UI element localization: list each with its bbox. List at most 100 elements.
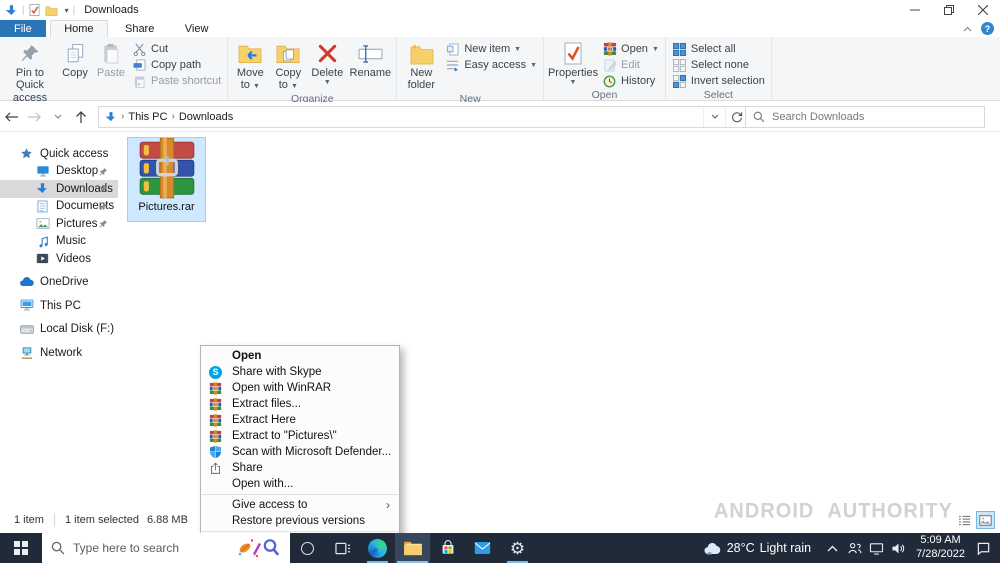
up-button[interactable] xyxy=(69,105,92,129)
menu-item-scan-with-defender[interactable]: Scan with Microsoft Defender... xyxy=(201,444,399,460)
menu-item-open-with-winrar[interactable]: Open with WinRAR xyxy=(201,380,399,396)
forward-button[interactable] xyxy=(23,105,46,129)
sidebar-item-documents[interactable]: Documents xyxy=(0,198,118,216)
rename-button[interactable]: Rename xyxy=(347,39,393,80)
clock[interactable]: 5:09 AM 7/28/2022 xyxy=(909,534,972,562)
menu-item-give-access-to[interactable]: Give access to› xyxy=(201,497,399,513)
invert-selection-button[interactable]: Invert selection xyxy=(669,73,768,89)
menu-item-open[interactable]: Open xyxy=(201,348,399,364)
move-to-button[interactable]: Move to ▼ xyxy=(231,39,269,93)
menu-item-extract-to-pictures[interactable]: Extract to "Pictures\" xyxy=(201,428,399,444)
menu-item-share-with-skype[interactable]: SShare with Skype xyxy=(201,364,399,380)
microsoft-store-button[interactable] xyxy=(430,533,465,563)
recent-locations-chevron-icon[interactable] xyxy=(46,105,69,129)
weather-widget[interactable]: 28°C Light rain xyxy=(703,541,821,555)
new-item-button[interactable]: New item ▼ xyxy=(442,41,540,57)
breadcrumb-downloads[interactable]: Downloads xyxy=(179,111,233,123)
menu-item-open-with[interactable]: Open with... xyxy=(201,476,399,492)
sidebar-label: OneDrive xyxy=(40,276,89,288)
sidebar-item-music[interactable]: Music xyxy=(0,233,118,251)
refresh-button[interactable] xyxy=(725,107,747,127)
select-all-button[interactable]: Select all xyxy=(669,41,768,57)
select-none-button[interactable]: Select none xyxy=(669,57,768,73)
help-button[interactable]: ? xyxy=(981,22,994,35)
menu-item-extract-here[interactable]: Extract Here xyxy=(201,412,399,428)
details-view-button[interactable] xyxy=(955,511,974,529)
tray-expand-chevron-icon[interactable] xyxy=(821,533,843,563)
address-dropdown-chevron-icon[interactable] xyxy=(703,107,725,127)
start-button[interactable] xyxy=(0,533,42,563)
taskbar-search-input[interactable] xyxy=(73,541,229,555)
explorer-search-box[interactable] xyxy=(745,106,985,128)
collapse-ribbon-icon[interactable] xyxy=(963,26,972,32)
mail-button[interactable] xyxy=(465,533,500,563)
search-highlights-doodle-icon[interactable] xyxy=(237,537,281,559)
disk-drive-icon xyxy=(19,325,34,334)
settings-button[interactable]: ⚙ xyxy=(500,533,535,563)
file-explorer-button[interactable] xyxy=(395,533,430,563)
sidebar-item-onedrive[interactable]: OneDrive xyxy=(0,274,118,292)
file-pictures-rar[interactable]: Pictures.rar xyxy=(127,137,206,222)
volume-icon[interactable] xyxy=(887,533,909,563)
pin-to-quick-access-button[interactable]: Pin to Quick access xyxy=(3,39,57,105)
new-folder-button[interactable]: New folder xyxy=(400,39,442,93)
restore-button[interactable] xyxy=(932,0,966,20)
sidebar-item-videos[interactable]: Videos xyxy=(0,250,118,268)
copy-button[interactable]: Copy xyxy=(57,39,93,80)
music-note-icon xyxy=(35,235,50,248)
sidebar-item-downloads[interactable]: Downloads xyxy=(0,180,118,198)
minimize-button[interactable] xyxy=(898,0,932,20)
breadcrumb-separator-icon: › xyxy=(171,111,174,122)
back-button[interactable] xyxy=(0,105,23,129)
menu-item-extract-files[interactable]: Extract files... xyxy=(201,396,399,412)
open-button[interactable]: Open ▼ xyxy=(599,41,662,57)
large-icons-view-button[interactable] xyxy=(976,511,995,529)
qat-properties-icon[interactable] xyxy=(29,4,40,16)
network-icon[interactable] xyxy=(865,533,887,563)
meet-now-icon[interactable] xyxy=(843,533,865,563)
menu-item-share[interactable]: Share xyxy=(201,460,399,476)
action-center-icon[interactable] xyxy=(972,533,994,563)
tab-share[interactable]: Share xyxy=(112,20,167,37)
picture-icon xyxy=(35,218,50,229)
search-input[interactable] xyxy=(772,111,977,123)
sidebar-item-this-pc[interactable]: This PC xyxy=(0,297,118,315)
paste-button[interactable]: Paste xyxy=(93,39,129,80)
properties-button[interactable]: Properties ▼ xyxy=(547,39,599,87)
address-box[interactable]: › This PC › Downloads xyxy=(98,106,748,128)
edge-button[interactable] xyxy=(360,533,395,563)
sidebar-item-quick-access[interactable]: Quick access xyxy=(0,145,118,163)
tab-view[interactable]: View xyxy=(172,20,222,37)
tab-file[interactable]: File xyxy=(0,20,46,37)
qat-new-folder-icon[interactable] xyxy=(45,5,58,16)
pin-icon xyxy=(99,202,108,211)
cortana-button[interactable] xyxy=(290,533,325,563)
delete-button[interactable]: Delete ▼ xyxy=(307,39,347,87)
date-label: 7/28/2022 xyxy=(916,548,965,562)
paste-shortcut-icon xyxy=(132,75,147,88)
tab-home[interactable]: Home xyxy=(50,20,107,37)
copy-path-button[interactable]: Copy path xyxy=(129,57,224,73)
history-button[interactable]: History xyxy=(599,73,662,89)
cut-button[interactable]: Cut xyxy=(129,41,224,57)
computer-icon xyxy=(19,299,34,312)
task-view-button[interactable] xyxy=(325,533,360,563)
sidebar-item-local-disk-f[interactable]: Local Disk (F:) xyxy=(0,321,118,339)
sidebar-item-pictures[interactable]: Pictures xyxy=(0,215,118,233)
sidebar-item-network[interactable]: Network xyxy=(0,344,118,362)
copy-to-button[interactable]: Copy to ▼ xyxy=(269,39,307,93)
edit-button[interactable]: Edit xyxy=(599,57,662,73)
downloads-icon xyxy=(35,182,50,195)
easy-access-button[interactable]: Easy access ▼ xyxy=(442,57,540,73)
breadcrumb-this-pc[interactable]: This PC xyxy=(128,111,167,123)
taskbar-search-box[interactable] xyxy=(42,533,290,563)
copy-icon xyxy=(65,40,85,67)
menu-item-restore-previous-versions[interactable]: Restore previous versions xyxy=(201,513,399,529)
android-authority-watermark: ANDROID AUTHORITY xyxy=(711,498,956,524)
close-button[interactable] xyxy=(966,0,1000,20)
paste-shortcut-button[interactable]: Paste shortcut xyxy=(129,73,224,89)
share-icon xyxy=(208,461,223,476)
desktop-icon xyxy=(35,165,50,178)
sidebar-item-desktop[interactable]: Desktop xyxy=(0,163,118,181)
qat-customize-chevron-icon[interactable]: ▾ xyxy=(65,6,69,15)
